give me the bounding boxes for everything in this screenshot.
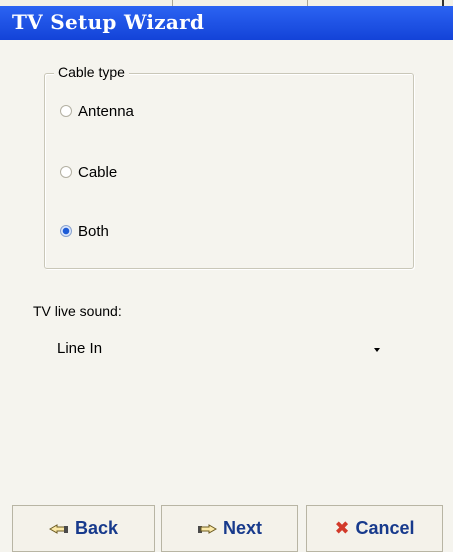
radio-button-icon[interactable] [60,105,72,117]
radio-button-checked-icon[interactable] [60,225,72,237]
back-button[interactable]: Back [12,505,155,552]
pointing-hand-left-icon [48,523,69,535]
back-label: Back [74,518,119,538]
cable-type-legend: Cable type [54,64,129,80]
pointing-hand-right-icon [197,523,217,535]
title-bar: TV Setup Wizard [0,6,453,40]
x-icon: ✖ [334,518,350,539]
radio-label: Cable [78,163,118,181]
radio-cable[interactable]: Cable [60,162,117,182]
button-bar: Back Next ✖ Cancel [0,505,453,552]
cancel-label: Cancel [355,518,415,538]
next-button[interactable]: Next [161,505,298,552]
radio-label: Both [78,222,109,240]
radio-antenna[interactable]: Antenna [60,101,134,121]
tv-live-sound-select[interactable]: Line In [44,334,398,362]
radio-button-icon[interactable] [60,166,72,178]
dropdown-arrow-icon[interactable] [374,348,380,352]
radio-both[interactable]: Both [60,221,109,241]
window-title: TV Setup Wizard [12,10,205,34]
radio-label: Antenna [78,102,134,120]
cancel-button[interactable]: ✖ Cancel [306,505,443,552]
tv-live-sound-label: TV live sound: [33,303,122,319]
next-label: Next [222,518,262,538]
select-value: Line In [57,340,103,357]
